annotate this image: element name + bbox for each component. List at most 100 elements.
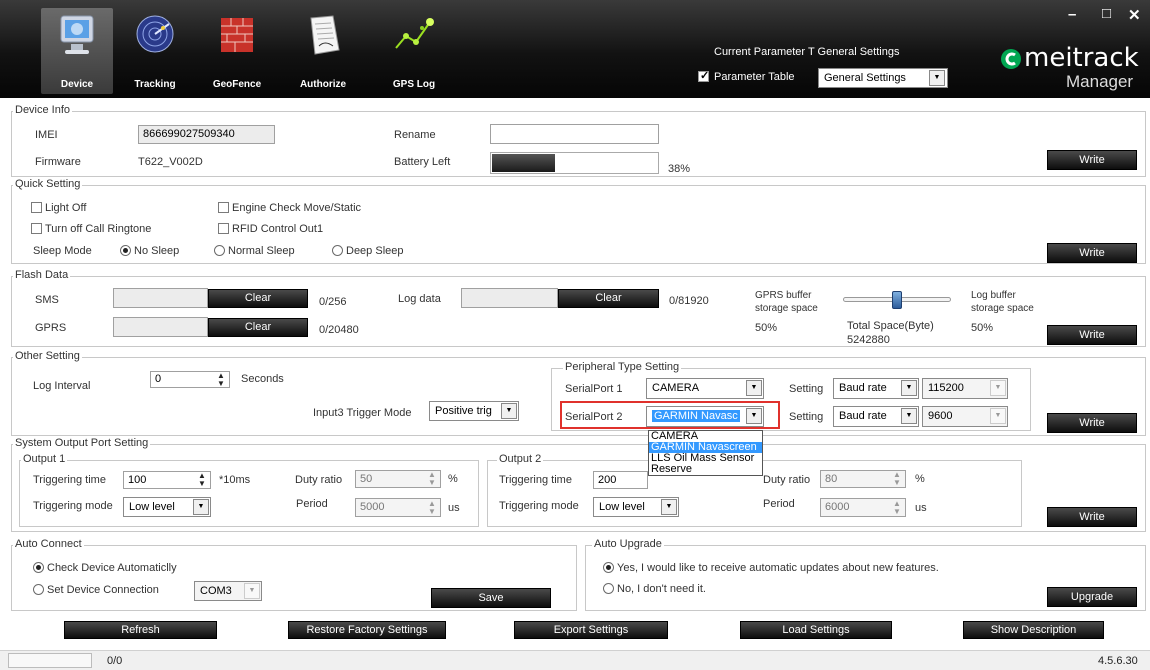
maximize-button[interactable]: □ bbox=[1102, 5, 1111, 22]
output1-period-input[interactable]: 5000 ▲ ▼ bbox=[355, 498, 441, 517]
brand-name: meitrack bbox=[1024, 43, 1139, 73]
engine-check-checkbox[interactable] bbox=[218, 202, 229, 213]
chevron-down-icon: ▼ bbox=[193, 499, 209, 515]
rfid-label: RFID Control Out1 bbox=[232, 223, 324, 235]
output2-period-input[interactable]: 6000 ▲ ▼ bbox=[820, 498, 906, 517]
output1-title: Output 1 bbox=[21, 453, 68, 465]
spinner-icon[interactable]: ▲ ▼ bbox=[214, 372, 228, 387]
gprs-buffer-percent: 50% bbox=[755, 322, 778, 334]
baud-value-select-1[interactable]: 115200 ▼ bbox=[922, 378, 1008, 399]
parameter-table-select[interactable]: General Settings ▼ bbox=[818, 68, 948, 88]
parameter-table-checkbox[interactable]: ✓ bbox=[698, 70, 709, 82]
output1-triggering-time-label: Triggering time bbox=[33, 474, 106, 486]
refresh-button[interactable]: Refresh bbox=[64, 621, 217, 639]
gprs-bar bbox=[113, 317, 208, 337]
deep-sleep-radio[interactable] bbox=[332, 245, 343, 256]
flash-data-write-button[interactable]: Write bbox=[1047, 325, 1137, 345]
rename-label: Rename bbox=[394, 129, 436, 141]
baud-value-select-2[interactable]: 9600 ▼ bbox=[922, 406, 1008, 427]
output1-duty-ratio-input[interactable]: 50 ▲ ▼ bbox=[355, 470, 441, 488]
normal-sleep-radio[interactable] bbox=[214, 245, 225, 256]
upgrade-yes-radio[interactable] bbox=[603, 562, 614, 573]
output2-triggering-mode-select[interactable]: Low level ▼ bbox=[593, 497, 679, 517]
log-interval-label: Log Interval bbox=[33, 380, 91, 392]
dropdown-option-reserve[interactable]: Reserve bbox=[649, 464, 762, 475]
check-auto-label: Check Device Automaticlly bbox=[47, 562, 177, 574]
check-auto-radio[interactable] bbox=[33, 562, 44, 573]
upgrade-button[interactable]: Upgrade bbox=[1047, 587, 1137, 607]
gprs-clear-button[interactable]: Clear bbox=[208, 318, 308, 337]
output-port-write-button[interactable]: Write bbox=[1047, 507, 1137, 527]
spinner-icon[interactable]: ▲ ▼ bbox=[890, 471, 904, 487]
close-button[interactable]: ✕ bbox=[1128, 6, 1141, 24]
sms-bar bbox=[113, 288, 208, 308]
battery-percent: 38% bbox=[668, 163, 691, 175]
input3-trigger-select[interactable]: Positive trig ▼ bbox=[429, 401, 519, 421]
output1-triggering-mode-value: Low level bbox=[129, 501, 175, 513]
toolbar-authorize-button[interactable]: Authorize bbox=[287, 8, 359, 94]
baud-rate-select-2[interactable]: Baud rate ▼ bbox=[833, 406, 919, 427]
total-space-label: Total Space(Byte) bbox=[847, 320, 934, 332]
upgrade-no-radio[interactable] bbox=[603, 583, 614, 594]
output2-duty-ratio-input[interactable]: 80 ▲ ▼ bbox=[820, 470, 906, 488]
rfid-checkbox[interactable] bbox=[218, 223, 229, 234]
output1-duty-ratio-value: 50 bbox=[360, 473, 373, 485]
serialport2-select[interactable]: GARMIN Navasc ▼ bbox=[646, 406, 764, 427]
toolbar-tracking-label: Tracking bbox=[134, 79, 176, 90]
quick-setting-write-button[interactable]: Write bbox=[1047, 243, 1137, 263]
output1-triggering-time-value: 100 bbox=[128, 474, 147, 486]
engine-check-label: Engine Check Move/Static bbox=[232, 202, 362, 214]
light-off-checkbox[interactable] bbox=[31, 202, 42, 213]
save-button[interactable]: Save bbox=[431, 588, 551, 608]
authorize-icon bbox=[310, 15, 340, 55]
turn-off-ringtone-checkbox[interactable] bbox=[31, 223, 42, 234]
output2-triggering-time-value: 200 bbox=[598, 474, 617, 486]
imei-label: IMEI bbox=[35, 129, 58, 141]
total-space-value: 5242880 bbox=[847, 334, 890, 346]
toolbar-geofence-button[interactable]: GeoFence bbox=[201, 8, 273, 94]
spinner-icon[interactable]: ▲ ▼ bbox=[890, 500, 904, 516]
minimize-button[interactable]: – bbox=[1068, 6, 1076, 23]
setting-label-2: Setting bbox=[789, 411, 824, 423]
log-data-label: Log data bbox=[398, 293, 441, 305]
baud-rate-select-1[interactable]: Baud rate ▼ bbox=[833, 378, 919, 399]
buffer-slider-thumb[interactable] bbox=[892, 291, 902, 309]
output1-triggering-mode-select[interactable]: Low level ▼ bbox=[123, 497, 211, 517]
header-toolbar: Device Tracking GeoFence Authorize GPS L… bbox=[0, 0, 1150, 98]
com-port-select[interactable]: COM3 ▼ bbox=[194, 581, 262, 601]
restore-factory-button[interactable]: Restore Factory Settings bbox=[288, 621, 446, 639]
gps-log-icon bbox=[395, 18, 434, 49]
toolbar-gps-log-button[interactable]: GPS Log bbox=[378, 8, 450, 94]
output2-triggering-time-input[interactable]: 200 bbox=[593, 471, 648, 489]
spinner-icon[interactable]: ▲ ▼ bbox=[425, 471, 439, 487]
output2-us: us bbox=[915, 502, 927, 514]
spinner-icon[interactable]: ▲ ▼ bbox=[195, 472, 209, 488]
show-description-button[interactable]: Show Description bbox=[963, 621, 1104, 639]
rename-input[interactable] bbox=[490, 124, 659, 144]
sms-count: 0/256 bbox=[319, 296, 347, 308]
device-info-title: Device Info bbox=[13, 104, 73, 116]
toolbar-tracking-button[interactable]: Tracking bbox=[119, 8, 191, 94]
spinner-icon[interactable]: ▲ ▼ bbox=[425, 500, 439, 516]
load-settings-button[interactable]: Load Settings bbox=[740, 621, 892, 639]
sms-clear-button[interactable]: Clear bbox=[208, 289, 308, 308]
output2-duty-ratio-label: Duty ratio bbox=[763, 474, 811, 486]
parameter-table-select-value: General Settings bbox=[824, 72, 906, 84]
set-connection-label: Set Device Connection bbox=[47, 584, 159, 596]
export-settings-button[interactable]: Export Settings bbox=[514, 621, 668, 639]
serialport1-select[interactable]: CAMERA ▼ bbox=[646, 378, 764, 399]
buffer-slider[interactable] bbox=[843, 291, 951, 309]
no-sleep-radio[interactable] bbox=[120, 245, 131, 256]
toolbar-authorize-label: Authorize bbox=[299, 79, 347, 90]
log-data-clear-button[interactable]: Clear bbox=[558, 289, 659, 308]
baud-rate-label-1: Baud rate bbox=[839, 382, 887, 394]
status-version: 4.5.6.30 bbox=[1098, 655, 1138, 667]
gprs-label: GPRS bbox=[35, 322, 67, 334]
toolbar-device-button[interactable]: Device bbox=[41, 8, 113, 94]
quick-setting-title: Quick Setting bbox=[13, 178, 83, 190]
device-info-write-button[interactable]: Write bbox=[1047, 150, 1137, 170]
set-connection-radio[interactable] bbox=[33, 584, 44, 595]
output1-triggering-time-input[interactable]: 100 ▲ ▼ bbox=[123, 471, 211, 489]
other-setting-write-button[interactable]: Write bbox=[1047, 413, 1137, 433]
log-interval-input[interactable]: 0 ▲ ▼ bbox=[150, 371, 230, 388]
